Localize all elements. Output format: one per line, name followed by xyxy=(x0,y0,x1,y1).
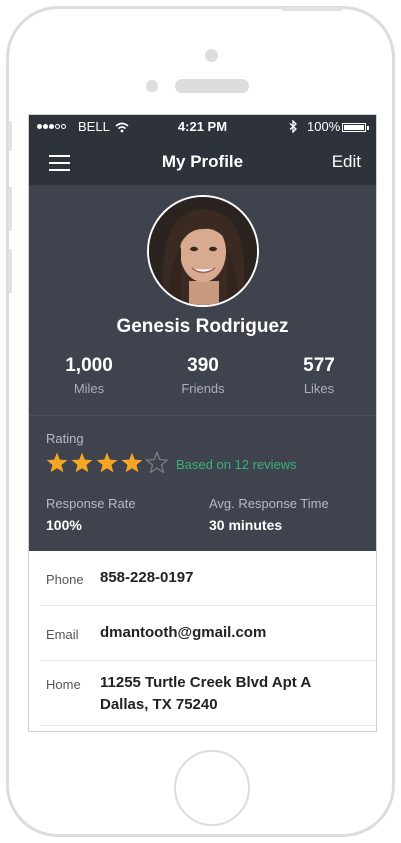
stat-miles: 1,000 Miles xyxy=(29,355,149,396)
proximity-sensor xyxy=(146,80,158,92)
home-address-value[interactable]: 11255 Turtle Creek Blvd Apt A Dallas, TX… xyxy=(100,672,345,716)
battery-icon xyxy=(342,123,369,132)
home-button[interactable] xyxy=(174,750,250,826)
volume-down-button xyxy=(8,249,12,293)
detail-label: Email xyxy=(46,627,79,642)
detail-row-home[interactable]: Home 11255 Turtle Creek Blvd Apt A Dalla… xyxy=(41,661,376,726)
star-filled-icon xyxy=(120,451,144,475)
power-button xyxy=(281,7,343,11)
nav-bar: My Profile Edit xyxy=(29,139,376,185)
rating-stars xyxy=(45,450,170,477)
edit-button[interactable]: Edit xyxy=(332,152,361,172)
avg-response-time-label: Avg. Response Time xyxy=(209,496,329,511)
stat-value: 577 xyxy=(303,355,335,376)
profile-name: Genesis Rodriguez xyxy=(116,316,289,337)
rating-label: Rating xyxy=(46,431,84,446)
detail-row-phone[interactable]: Phone 858-228-0197 xyxy=(41,551,376,606)
response-rate-value: 100% xyxy=(46,517,82,533)
status-bar: BELL 4:21 PM 100% xyxy=(29,115,376,139)
stat-label: Likes xyxy=(303,381,335,396)
battery-percent: 100% xyxy=(307,119,341,134)
detail-row-email[interactable]: Email dmantooth@gmail.com xyxy=(41,606,376,661)
phone-screen: BELL 4:21 PM 100% My Profile Edit Genesi… xyxy=(28,114,377,732)
profile-header: BELL 4:21 PM 100% My Profile Edit Genesi… xyxy=(29,115,376,551)
stat-value: 390 xyxy=(187,355,219,376)
star-filled-icon xyxy=(95,451,119,475)
avg-response-time-value: 30 minutes xyxy=(209,517,283,533)
mute-switch xyxy=(8,121,12,151)
detail-label: Phone xyxy=(46,572,84,587)
detail-label: Home xyxy=(46,677,81,692)
earpiece-speaker xyxy=(175,79,249,93)
star-empty-icon xyxy=(145,450,169,475)
response-rate-label: Response Rate xyxy=(46,496,136,511)
phone-value[interactable]: 858-228-0197 xyxy=(100,567,193,589)
divider xyxy=(29,415,376,416)
stat-label: Miles xyxy=(73,381,105,396)
bluetooth-icon xyxy=(289,119,298,136)
star-filled-icon xyxy=(70,451,94,475)
stat-likes: 577 Likes xyxy=(259,355,376,396)
stat-value: 1,000 xyxy=(65,355,113,376)
avatar xyxy=(147,195,259,307)
front-camera xyxy=(205,49,218,62)
star-filled-icon xyxy=(45,451,69,475)
email-value[interactable]: dmantooth@gmail.com xyxy=(100,622,266,644)
page-title: My Profile xyxy=(161,152,244,171)
stat-label: Friends xyxy=(181,381,225,396)
stat-friends: 390 Friends xyxy=(143,355,263,396)
volume-up-button xyxy=(8,187,12,231)
reviews-count[interactable]: Based on 12 reviews xyxy=(176,457,297,472)
